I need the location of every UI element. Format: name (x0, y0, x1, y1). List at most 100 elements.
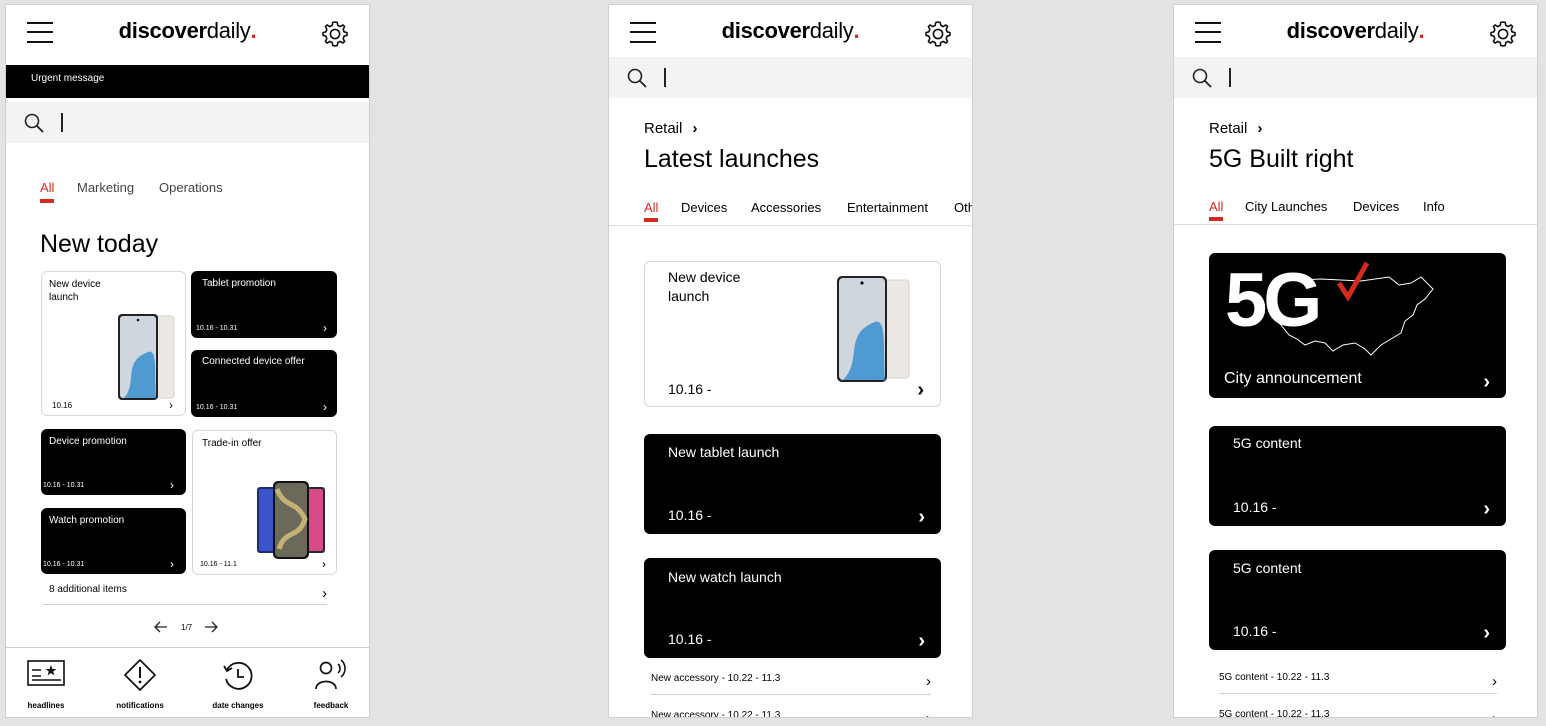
breadcrumb[interactable]: Retail › (644, 120, 698, 137)
page-title: Latest launches (644, 145, 820, 173)
card-title: Connected device offer (202, 356, 305, 367)
top-bar: discoverdaily. (6, 5, 369, 57)
card-title: City announcement (1224, 370, 1362, 387)
card-date: 10.16 - (668, 507, 712, 523)
app-logo: discoverdaily. (1286, 18, 1425, 43)
breadcrumb-label: Retail (1209, 120, 1248, 137)
card-watch-promotion[interactable]: Watch promotion 10.16 - 10.31 › (41, 508, 186, 574)
list-item[interactable]: New accessory - 10.22 - 11.3 › (651, 708, 931, 718)
tab-all[interactable]: All (644, 200, 659, 222)
tab-all[interactable]: All (40, 180, 55, 203)
card-new-tablet-launch[interactable]: New tablet launch 10.16 - › (644, 434, 941, 534)
card-new-device-launch[interactable]: New device launch 10.16 - › (644, 261, 941, 407)
gear-icon[interactable] (321, 20, 349, 48)
tab-operations[interactable]: Operations (159, 180, 223, 195)
arrow-left-icon[interactable] (154, 621, 168, 633)
chevron-right-icon: › (1492, 673, 1497, 690)
screen-home: discoverdaily. Urgent message All Market… (5, 4, 370, 718)
gear-icon[interactable] (1489, 20, 1517, 48)
nav-feedback[interactable]: feedback (291, 648, 369, 717)
chevron-right-icon: › (917, 379, 924, 401)
chevron-right-icon: › (1483, 498, 1490, 520)
card-date: 10.16 (52, 401, 73, 410)
chevron-right-icon: › (322, 585, 327, 602)
search-bar[interactable] (6, 102, 369, 143)
search-bar[interactable] (1174, 57, 1537, 98)
card-trade-in-offer[interactable]: Trade-in offer 10.16 - 11.1 › (192, 430, 337, 575)
breadcrumb[interactable]: Retail › (1209, 120, 1263, 137)
card-new-device-launch[interactable]: New device launch 10.16 › (41, 271, 186, 416)
card-date: 10.16 - 10.31 (43, 482, 85, 489)
chevron-right-icon: › (1483, 371, 1490, 393)
search-bar[interactable] (609, 57, 972, 98)
search-caret (1229, 68, 1231, 87)
card-title: New watch launch (668, 569, 782, 585)
screen-5g-built-right: discoverdaily. Retail › 5G Built right A… (1173, 4, 1538, 718)
speaking-person-icon (315, 659, 346, 690)
tab-entertainment[interactable]: Entertainment (847, 200, 928, 215)
additional-items-label: 8 additional items (49, 584, 127, 595)
urgent-message-banner[interactable]: Urgent message (6, 65, 369, 98)
list-item-label: 5G content - 10.22 - 11.3 (1219, 672, 1330, 683)
card-connected-device-offer[interactable]: Connected device offer 10.16 - 10.31 › (191, 350, 337, 417)
chevron-right-icon: › (1492, 711, 1497, 717)
tab-marketing[interactable]: Marketing (77, 180, 134, 195)
tab-devices[interactable]: Devices (1353, 199, 1399, 214)
gear-icon[interactable] (924, 20, 952, 48)
card-date: 10.16 - (1233, 623, 1277, 639)
card-device-promotion[interactable]: Device promotion 10.16 - 10.31 › (41, 429, 186, 495)
nav-notifications[interactable]: notifications (100, 648, 180, 717)
history-clock-icon (223, 661, 253, 690)
tab-info[interactable]: Info (1423, 199, 1445, 214)
chevron-right-icon: › (1257, 120, 1263, 137)
page-title: 5G Built right (1209, 145, 1354, 173)
nav-headlines[interactable]: headlines (6, 648, 86, 717)
arrow-right-icon[interactable] (204, 621, 218, 633)
search-caret (664, 68, 666, 87)
tab-devices[interactable]: Devices (681, 200, 727, 215)
nav-label: feedback (313, 701, 349, 710)
list-item[interactable]: 5G content - 10.22 - 11.3 › (1219, 671, 1497, 694)
urgent-message-text: Urgent message (31, 73, 105, 84)
card-new-watch-launch[interactable]: New watch launch 10.16 - › (644, 558, 941, 658)
chevron-right-icon: › (692, 120, 698, 137)
list-item[interactable]: 5G content - 10.22 - 11.3 › (1219, 708, 1497, 717)
card-city-announcement[interactable]: 5G City announcement › (1209, 253, 1506, 398)
card-5g-content[interactable]: 5G content 10.16 - › (1209, 550, 1506, 650)
checkmark-icon (1337, 261, 1369, 301)
card-title: New device launch (49, 279, 101, 303)
chevron-right-icon: › (926, 673, 931, 690)
chevron-right-icon: › (170, 557, 174, 571)
tab-accessories[interactable]: Accessories (751, 200, 821, 215)
chevron-right-icon: › (918, 506, 925, 528)
card-title: 5G content (1233, 560, 1302, 576)
nav-date-changes[interactable]: date changes (198, 648, 278, 717)
tab-all[interactable]: All (1209, 199, 1224, 221)
nav-label: notifications (116, 701, 164, 710)
list-item-label: New accessory - 10.22 - 11.3 (651, 710, 781, 718)
card-title: Tablet promotion (202, 278, 276, 289)
card-5g-content[interactable]: 5G content 10.16 - › (1209, 426, 1506, 526)
list-item[interactable]: New accessory - 10.22 - 11.3 › (651, 671, 931, 695)
headlines-icon (27, 660, 65, 686)
list-item-label: New accessory - 10.22 - 11.3 (651, 673, 781, 684)
tab-other[interactable]: Oth (954, 200, 972, 215)
bottom-nav-bar: headlines notifications date changes fee… (6, 647, 369, 717)
category-tabs: All Devices Accessories Entertainment Ot… (609, 200, 972, 226)
search-icon (24, 113, 44, 133)
card-title: Device promotion (49, 436, 127, 447)
card-title: 5G content (1233, 435, 1302, 451)
chevron-right-icon: › (323, 400, 327, 414)
card-date: 10.16 - (668, 381, 712, 397)
alert-diamond-icon (124, 659, 156, 691)
card-date: 10.16 - (1233, 499, 1277, 515)
chevron-right-icon: › (918, 630, 925, 652)
card-date: 10.16 - 10.31 (196, 404, 238, 411)
page-indicator: 1/7 (181, 623, 193, 632)
tab-city-launches[interactable]: City Launches (1245, 199, 1327, 214)
phone-image (837, 276, 910, 382)
card-tablet-promotion[interactable]: Tablet promotion 10.16 - 10.31 › (191, 271, 337, 338)
additional-items-row[interactable]: 8 additional items › (43, 582, 327, 605)
search-caret (61, 113, 63, 132)
card-date: 10.16 - 10.31 (196, 325, 238, 332)
